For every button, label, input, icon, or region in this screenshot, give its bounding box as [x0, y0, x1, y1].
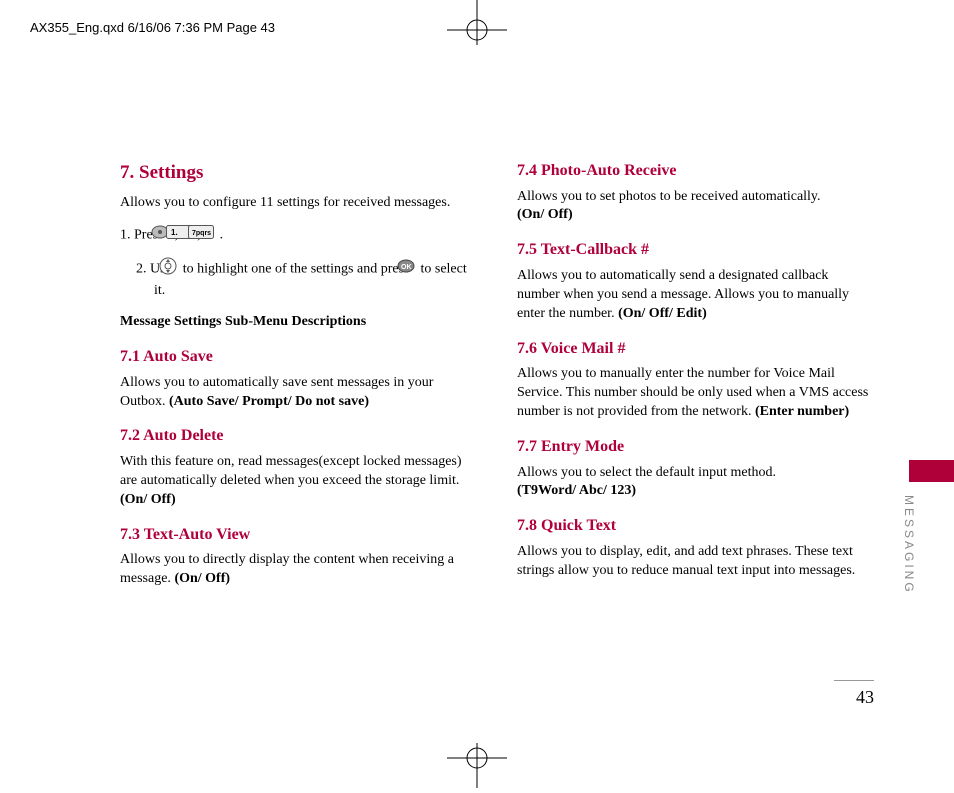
svg-text:7pqrs: 7pqrs — [192, 230, 211, 237]
left-column: 7. Settings Allows you to configure 11 s… — [120, 160, 477, 601]
heading-7-8: 7.8 Quick Text — [517, 515, 874, 537]
crop-mark-bottom-icon — [447, 738, 507, 793]
heading-7-5: 7.5 Text-Callback # — [517, 239, 874, 261]
right-column: 7.4 Photo-Auto Receive Allows you to set… — [517, 160, 874, 601]
page-number: 43 — [834, 680, 874, 708]
heading-settings: 7. Settings — [120, 160, 477, 186]
submenu-heading: Message Settings Sub-Menu Descriptions — [120, 313, 477, 332]
heading-7-2: 7.2 Auto Delete — [120, 425, 477, 447]
body-7-3: Allows you to directly display the conte… — [120, 551, 477, 589]
heading-7-1: 7.1 Auto Save — [120, 346, 477, 368]
body-7-1: Allows you to automatically save sent me… — [120, 374, 477, 412]
page-content: 7. Settings Allows you to configure 11 s… — [120, 160, 874, 601]
heading-7-4: 7.4 Photo-Auto Receive — [517, 160, 874, 182]
heading-7-7: 7.7 Entry Mode — [517, 436, 874, 458]
svg-text:1.: 1. — [171, 228, 178, 237]
body-7-7: Allows you to select the default input m… — [517, 464, 874, 502]
key-7-icon: 7pqrs — [206, 225, 214, 246]
step-1: 1. Press , 1. , 7pqrs . — [120, 225, 477, 246]
intro-text: Allows you to configure 11 settings for … — [120, 194, 477, 213]
body-7-4: Allows you to set photos to be received … — [517, 188, 874, 226]
heading-7-3: 7.3 Text-Auto View — [120, 524, 477, 546]
svg-text:OK: OK — [401, 264, 412, 271]
crop-mark-top-icon — [447, 0, 507, 60]
section-label: MESSAGING — [902, 495, 916, 595]
body-7-5: Allows you to automatically send a desig… — [517, 267, 874, 324]
step-2: 2. Use to highlight one of the settings … — [120, 257, 477, 301]
body-7-8: Allows you to display, edit, and add tex… — [517, 543, 874, 581]
body-7-6: Allows you to manually enter the number … — [517, 365, 874, 422]
section-tab — [909, 460, 954, 482]
body-7-2: With this feature on, read messages(exce… — [120, 453, 477, 510]
prepress-header: AX355_Eng.qxd 6/16/06 7:36 PM Page 43 — [30, 20, 275, 35]
heading-7-6: 7.6 Voice Mail # — [517, 338, 874, 360]
